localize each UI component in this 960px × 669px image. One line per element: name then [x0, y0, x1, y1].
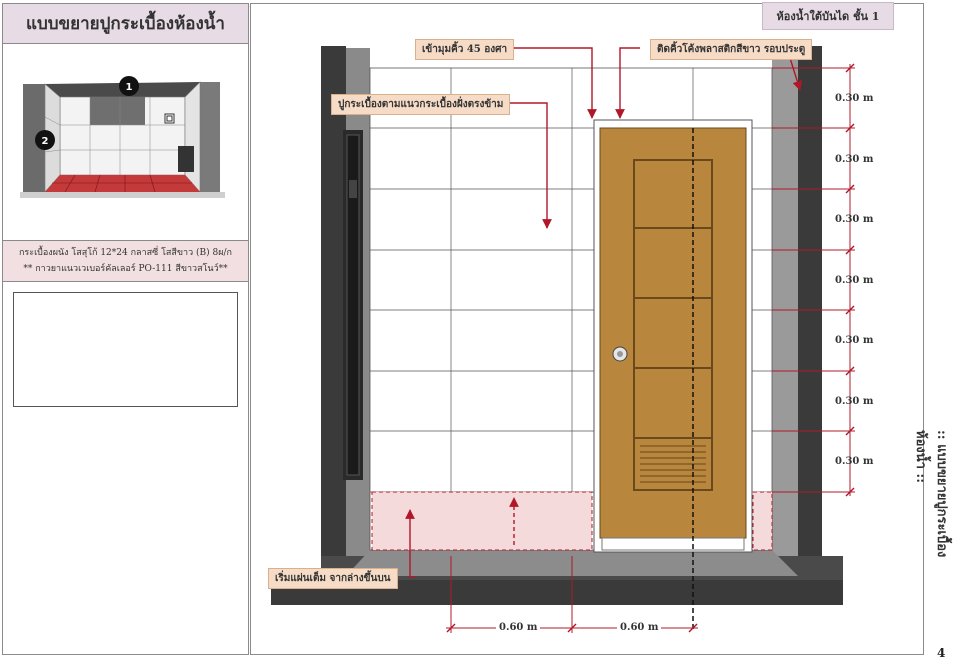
- row-dim-label: 0.30 m: [835, 93, 874, 104]
- col-dim-label: 0.60 m: [496, 622, 541, 633]
- row-dim-label: 0.30 m: [835, 456, 874, 467]
- page-number: 4: [937, 646, 946, 660]
- callout-tile-alignment: ปูกระเบื้องตามแนวกระเบื้องฝั่งตรงข้าม: [331, 94, 511, 115]
- row-dim-label: 0.30 m: [835, 396, 874, 407]
- callout-pvc-trim: ติดคิ้วโค้งพลาสติกสีขาว รอบประตู: [650, 39, 813, 60]
- callout-start-full-tile: เริ่มแผ่นเต็ม จากล่างขึ้นบน: [268, 568, 398, 589]
- row-dim-label: 0.30 m: [835, 214, 874, 225]
- row-dim-label: 0.30 m: [835, 335, 874, 346]
- wall-left: [321, 46, 370, 576]
- side-title: :: แบบขยายปูกระเบื้องห้องน้ำ ::: [913, 430, 949, 558]
- wall-right: [772, 46, 822, 581]
- row-dim-label: 0.30 m: [835, 154, 874, 165]
- row-dim-label: 0.30 m: [835, 275, 874, 286]
- callout-45deg-corner: เข้ามุมคิ้ว 45 องศา: [415, 39, 515, 60]
- col-dim-label: 0.60 m: [617, 622, 662, 633]
- door: [593, 119, 753, 553]
- door-handle: [612, 346, 628, 362]
